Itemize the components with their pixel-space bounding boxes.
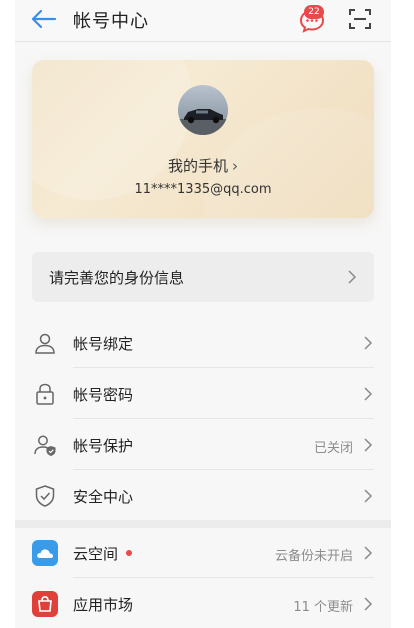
chevron-right-icon bbox=[364, 489, 373, 503]
back-arrow-icon[interactable] bbox=[29, 6, 59, 32]
chevron-right-icon: › bbox=[232, 157, 238, 175]
device-name: 我的手机 bbox=[167, 157, 228, 175]
cloud-backup-status: 云备份未开启 bbox=[274, 549, 353, 564]
divider bbox=[73, 577, 374, 578]
menu-item-account-password[interactable]: 帐号密码 bbox=[15, 369, 391, 419]
app-market-icon bbox=[32, 591, 58, 617]
chevron-right-icon bbox=[348, 270, 357, 284]
menu-item-label: 帐号密码 bbox=[73, 386, 134, 404]
service-item-label-wrap: 云空间 bbox=[73, 543, 133, 564]
complete-identity-row[interactable]: 请完善您的身份信息 bbox=[32, 252, 374, 302]
chevron-right-icon bbox=[364, 438, 373, 452]
service-item-label: 云空间 bbox=[73, 545, 119, 563]
shield-check-icon bbox=[35, 485, 55, 507]
menu-item-account-binding[interactable]: 帐号绑定 bbox=[15, 318, 391, 368]
account-center-screen: 帐号中心 22 我的手机 › 11****1335@qq.com 请完善您的身份… bbox=[15, 0, 391, 628]
chevron-right-icon bbox=[364, 336, 373, 350]
device-name-link[interactable]: 我的手机 › bbox=[32, 155, 374, 176]
lock-icon bbox=[36, 383, 54, 405]
user-icon bbox=[35, 333, 55, 354]
user-shield-icon bbox=[34, 435, 56, 456]
chevron-right-icon bbox=[364, 387, 373, 401]
chevron-right-icon bbox=[364, 546, 373, 560]
protection-status: 已关闭 bbox=[313, 441, 353, 456]
service-item-cloud-space[interactable]: 云空间 云备份未开启 bbox=[15, 528, 391, 578]
cloud-icon bbox=[32, 540, 58, 566]
profile-card[interactable]: 我的手机 › 11****1335@qq.com bbox=[32, 60, 374, 218]
top-bar: 帐号中心 22 bbox=[15, 0, 391, 42]
service-item-app-market[interactable]: 应用市场 11 个更新 bbox=[15, 579, 391, 628]
account-email: 11****1335@qq.com bbox=[134, 182, 272, 197]
divider bbox=[73, 418, 374, 419]
divider bbox=[73, 469, 374, 470]
message-count-badge: 22 bbox=[304, 5, 324, 19]
notification-dot bbox=[126, 549, 133, 556]
menu-item-account-protection[interactable]: 帐号保护 已关闭 bbox=[15, 420, 391, 470]
page-title: 帐号中心 bbox=[73, 11, 149, 32]
section-divider bbox=[15, 520, 391, 528]
menu-item-label: 帐号绑定 bbox=[73, 335, 134, 353]
complete-identity-label: 请完善您的身份信息 bbox=[49, 269, 185, 287]
menu-item-label: 帐号保护 bbox=[73, 437, 134, 455]
menu-item-security-center[interactable]: 安全中心 bbox=[15, 471, 391, 521]
service-item-label: 应用市场 bbox=[73, 596, 134, 614]
menu-item-label: 安全中心 bbox=[73, 488, 134, 506]
chevron-right-icon bbox=[364, 597, 373, 611]
divider bbox=[73, 367, 374, 368]
scan-icon[interactable] bbox=[348, 7, 372, 31]
app-updates-count: 11 个更新 bbox=[293, 600, 353, 615]
avatar[interactable] bbox=[178, 85, 228, 135]
